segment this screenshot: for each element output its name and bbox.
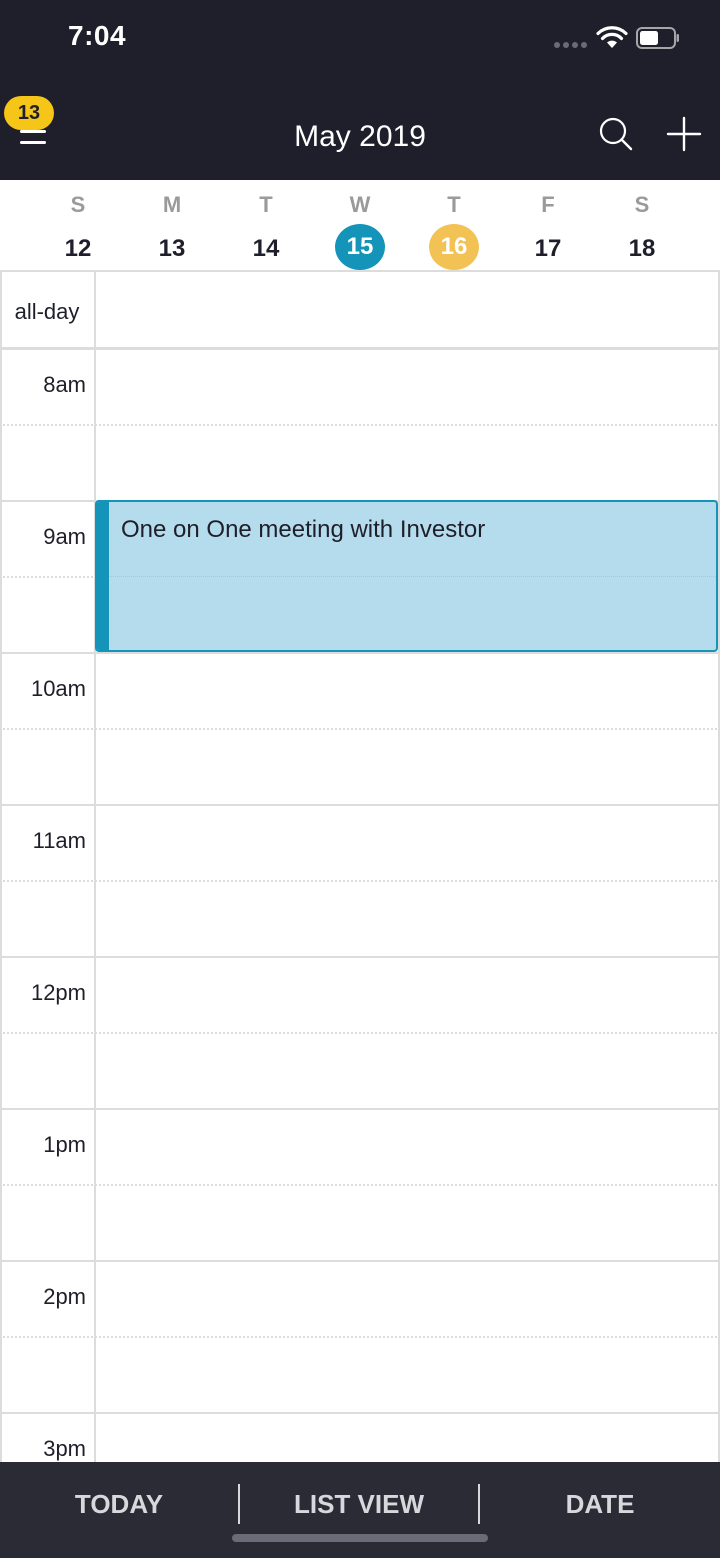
- home-indicator[interactable]: [232, 1534, 488, 1542]
- hour-label: 12pm: [30, 980, 86, 1005]
- date-button[interactable]: DATE: [480, 1484, 720, 1524]
- event-half-hour-divider: [109, 576, 716, 577]
- hour-label: 3pm: [43, 1436, 86, 1461]
- day-column-tue[interactable]: T 14: [219, 180, 313, 272]
- top-bar: 7:04 13 May 2019: [0, 0, 720, 180]
- hour-row-8am[interactable]: 8am: [0, 348, 720, 500]
- day-column-fri[interactable]: F 17: [501, 180, 595, 272]
- cellular-signal-icon: [554, 42, 590, 48]
- all-day-label: all-day: [14, 299, 80, 324]
- day-column-wed[interactable]: W 15: [313, 180, 407, 272]
- event-title: One on One meeting with Investor: [121, 516, 486, 543]
- day-letter: M: [162, 192, 182, 217]
- all-day-row[interactable]: all-day: [0, 272, 720, 350]
- day-letter: T: [259, 192, 273, 217]
- hour-row-11am[interactable]: 11am: [0, 804, 720, 956]
- today-button[interactable]: TODAY: [0, 1484, 238, 1524]
- day-time-grid[interactable]: all-day 8am 9am 10am 11am 12pm 1pm 2pm 3…: [0, 272, 720, 1462]
- search-icon[interactable]: [596, 114, 636, 154]
- day-column-sun[interactable]: S 12: [31, 180, 125, 272]
- hour-row-1pm[interactable]: 1pm: [0, 1108, 720, 1260]
- time-column-divider: [94, 272, 96, 1462]
- hour-label: 9am: [43, 524, 86, 549]
- half-hour-divider: [0, 1032, 720, 1034]
- plus-icon[interactable]: [664, 114, 704, 154]
- hour-row-12pm[interactable]: 12pm: [0, 956, 720, 1108]
- day-number[interactable]: 13: [147, 224, 197, 274]
- day-column-mon[interactable]: M 13: [125, 180, 219, 272]
- event-block[interactable]: One on One meeting with Investor: [95, 500, 718, 652]
- day-letter: S: [634, 192, 650, 217]
- day-letter: F: [541, 192, 555, 217]
- day-letter: W: [349, 192, 371, 217]
- status-time: 7:04: [68, 20, 127, 51]
- battery-icon: [636, 27, 679, 49]
- day-column-thu[interactable]: T 16: [407, 180, 501, 272]
- wifi-icon: [596, 26, 628, 48]
- hour-row-2pm[interactable]: 2pm: [0, 1260, 720, 1412]
- today-day-number[interactable]: 16: [429, 224, 479, 270]
- hour-label: 10am: [30, 676, 86, 701]
- half-hour-divider: [0, 728, 720, 730]
- day-column-sat[interactable]: S 18: [595, 180, 689, 272]
- half-hour-divider: [0, 1336, 720, 1338]
- day-number[interactable]: 18: [617, 224, 667, 274]
- hour-row-10am[interactable]: 10am: [0, 652, 720, 804]
- day-number[interactable]: 14: [241, 224, 291, 274]
- hour-label: 8am: [43, 372, 86, 397]
- half-hour-divider: [0, 424, 720, 426]
- hour-label: 2pm: [43, 1284, 86, 1309]
- hour-label: 11am: [32, 828, 86, 853]
- list-view-button[interactable]: LIST VIEW: [240, 1484, 478, 1524]
- day-letter: T: [447, 192, 461, 217]
- grid-left-border: [0, 272, 2, 1462]
- day-number[interactable]: 12: [53, 224, 103, 274]
- half-hour-divider: [0, 880, 720, 882]
- week-strip: S 12 M 13 T 14 W 15 T 16 F 17 S 18: [0, 180, 720, 272]
- hour-row-3pm[interactable]: 3pm: [0, 1412, 720, 1462]
- day-number[interactable]: 17: [523, 224, 573, 274]
- day-letter: S: [70, 192, 86, 217]
- hour-label: 1pm: [43, 1132, 86, 1157]
- selected-day-number[interactable]: 15: [335, 224, 385, 270]
- event-color-bar: [97, 502, 109, 650]
- half-hour-divider: [0, 1184, 720, 1186]
- bottom-toolbar: TODAY LIST VIEW DATE: [0, 1462, 720, 1558]
